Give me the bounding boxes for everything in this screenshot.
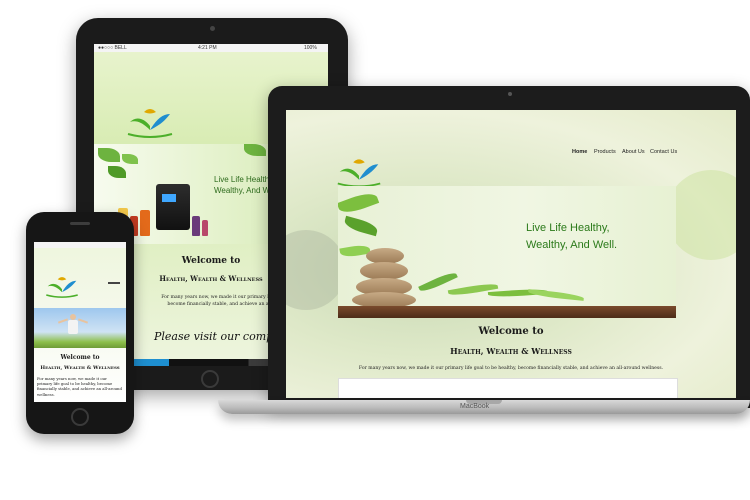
laptop-tagline: Live Life Healthy, Wealthy, And Well.: [526, 220, 666, 254]
laptop-hero-banner: Live Life Healthy, Wealthy, And Well.: [338, 186, 676, 318]
nav-about-us[interactable]: About Us: [622, 149, 645, 155]
phone-company-name: Health, Wealth & Wellness: [40, 365, 120, 371]
tablet-status-bar: ●●○○○ BELL 4:21 PM 100%: [94, 44, 328, 52]
laptop-screen: Home Products About Us Contact Us Live L…: [286, 110, 736, 398]
status-battery: 100%: [304, 45, 317, 51]
nav-contact-us[interactable]: Contact Us: [650, 149, 677, 155]
phone-welcome-heading: Welcome to: [60, 354, 100, 361]
phone-speaker: [70, 222, 90, 225]
status-carrier: ●●○○○ BELL: [98, 45, 127, 51]
product-machine: [156, 184, 190, 230]
laptop-company-name: Health, Wealth & Wellness: [450, 346, 572, 356]
phone-screen: Welcome to Health, Wealth & Wellness For…: [34, 242, 126, 402]
tagline-line2: Wealthy, And Well.: [526, 239, 618, 251]
person-body: [68, 320, 78, 334]
laptop-welcome-heading: Welcome to: [478, 326, 544, 337]
laptop-camera: [508, 92, 512, 96]
phone-home-button[interactable]: [71, 408, 89, 426]
person-arm: [77, 318, 89, 324]
menu-icon[interactable]: [108, 282, 120, 284]
logo-icon[interactable]: [122, 100, 178, 140]
logo-icon[interactable]: [332, 150, 386, 190]
nav-products[interactable]: Products: [594, 149, 616, 155]
logo-icon[interactable]: [42, 270, 82, 300]
bg-blur: [666, 170, 736, 260]
phone-status-bar: [34, 242, 126, 248]
phone-intro-text: For many years now, we made it our prima…: [37, 376, 122, 397]
laptop-device: Home Products About Us Contact Us Live L…: [268, 86, 750, 408]
status-time: 4:21 PM: [198, 45, 217, 51]
person-arm: [57, 318, 69, 324]
nav-home[interactable]: Home: [572, 149, 587, 155]
phone-hero-banner: [34, 308, 126, 348]
laptop-intro-text: For many years now, we made it our prima…: [358, 366, 664, 371]
laptop-brand-label: MacBook: [460, 403, 490, 410]
bg-blur: [286, 230, 346, 310]
phone-device: Welcome to Health, Wealth & Wellness For…: [26, 212, 134, 434]
tagline-line1: Live Life Healthy,: [526, 222, 610, 234]
tablet-camera: [210, 26, 215, 31]
wood-plank: [338, 306, 676, 318]
product-screen: [162, 194, 176, 202]
laptop-content-box: [338, 378, 678, 398]
tablet-home-button[interactable]: [201, 370, 219, 388]
